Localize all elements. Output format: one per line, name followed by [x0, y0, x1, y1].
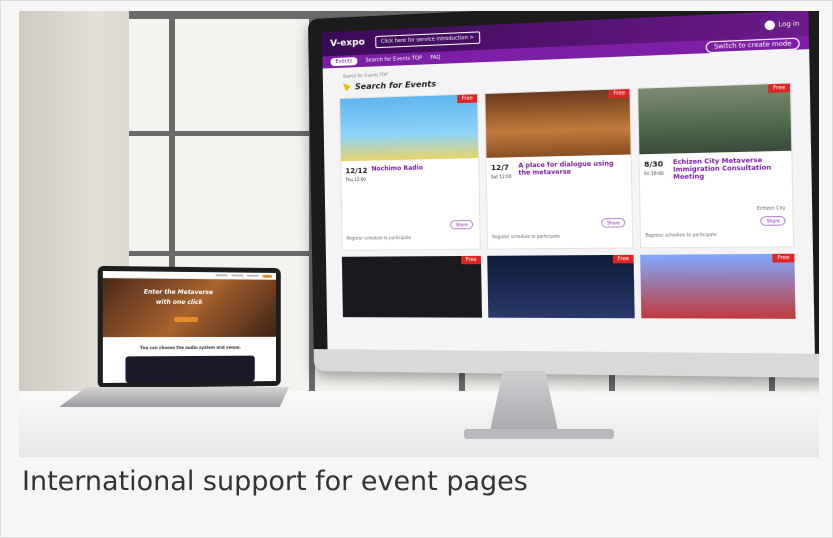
media-card: V-expo Click here for service introducti…	[0, 0, 833, 538]
free-badge: Free	[768, 83, 791, 93]
free-badge: Free	[461, 255, 482, 265]
hero-button[interactable]	[174, 316, 198, 323]
free-badge: Free	[613, 254, 634, 264]
free-badge: Free	[772, 253, 795, 263]
search-icon	[343, 83, 351, 91]
laptop-base	[59, 387, 289, 407]
event-title[interactable]: Nochimo Radio	[371, 164, 474, 173]
hero-title: Enter the Metaverse	[143, 288, 213, 297]
event-date: 8/30	[643, 160, 664, 169]
event-thumbnail[interactable]: Free	[487, 254, 635, 319]
share-button[interactable]: Share	[601, 217, 626, 228]
desktop-monitor: V-expo Click here for service introducti…	[307, 11, 819, 378]
schedule-link[interactable]: Register schedule to participate	[492, 233, 560, 239]
create-mode-button[interactable]: Switch to create mode	[705, 37, 800, 53]
event-thumbnail: Free	[638, 83, 792, 155]
nav-link-faq[interactable]: FAQ	[430, 55, 440, 62]
laptop-video[interactable]	[125, 355, 255, 383]
nav-link-search[interactable]: Search for Events TOP	[365, 55, 422, 63]
event-organizer: Echizen City	[756, 205, 786, 211]
laptop-hero: Enter the Metaverse with one click	[102, 278, 276, 338]
event-time: Fri 19:00	[644, 170, 664, 177]
nav-tab-events[interactable]: Events	[330, 57, 358, 67]
hero-photo: V-expo Click here for service introducti…	[19, 11, 819, 457]
event-grid-row-2: Free Free Free	[341, 253, 796, 319]
event-date: 12/7	[490, 163, 510, 173]
event-grid: Free 12/12 Thu 12:00 Nochimo Radio Share…	[339, 82, 795, 251]
monitor-foot	[464, 429, 614, 439]
event-thumbnail: Free	[340, 94, 479, 162]
event-thumbnail[interactable]: Free	[640, 253, 796, 319]
event-time: Sat 12:00	[491, 173, 512, 180]
event-thumbnail[interactable]: Free	[341, 255, 483, 318]
event-card[interactable]: Free 8/30 Fri 19:00 Echizen City Metaver…	[637, 82, 795, 249]
free-badge: Free	[608, 89, 630, 99]
free-badge: Free	[457, 94, 478, 104]
service-intro-button[interactable]: Click here for service introduction >	[374, 31, 481, 49]
event-title[interactable]: A place for dialogue using the metaverse	[518, 160, 626, 178]
laptop-screen: Enter the Metaverse with one click You c…	[102, 270, 276, 384]
laptop-lid: Enter the Metaverse with one click You c…	[97, 265, 281, 389]
schedule-link[interactable]: Register schedule to participate	[645, 232, 717, 238]
image-caption: International support for event pages	[22, 466, 528, 497]
event-card[interactable]: Free 12/7 Sat 12:00 A place for dialogue…	[484, 87, 634, 250]
login-link[interactable]: Log in	[764, 19, 799, 30]
event-time: Thu 12:00	[345, 176, 366, 183]
hero-subtitle: with one click	[155, 298, 203, 307]
event-thumbnail: Free	[485, 89, 631, 158]
share-button[interactable]: Share	[450, 219, 474, 230]
event-date: 12/12	[345, 166, 368, 176]
site-logo[interactable]: V-expo	[330, 38, 365, 50]
event-card[interactable]: Free 12/12 Thu 12:00 Nochimo Radio Share…	[339, 93, 481, 251]
monitor-screen: V-expo Click here for service introducti…	[322, 11, 815, 354]
user-icon	[764, 19, 775, 30]
share-button[interactable]: Share	[760, 215, 786, 226]
laptop-tagline: You can choose the audio system and venu…	[140, 344, 241, 351]
schedule-link[interactable]: Register schedule to participate	[346, 235, 411, 241]
event-title[interactable]: Echizen City Metaverse Immigration Consu…	[673, 157, 787, 182]
